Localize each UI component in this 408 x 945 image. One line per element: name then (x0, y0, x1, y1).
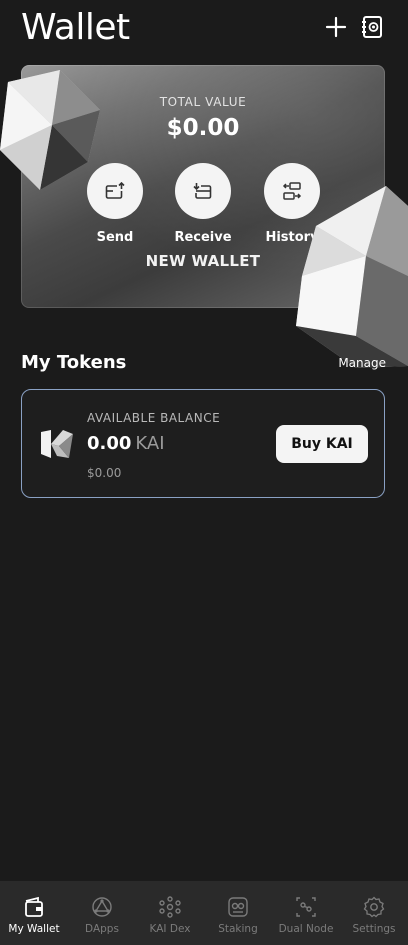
token-card-kai[interactable]: AVAILABLE BALANCE 0.00 KAI $0.00 Buy KAI (21, 389, 385, 498)
history-label: History (265, 230, 319, 245)
wallet-card[interactable]: TOTAL VALUE $0.00 Send Receive History N… (21, 65, 385, 308)
nav-item-my-wallet[interactable]: My Wallet (0, 881, 68, 945)
page-title: Wallet (21, 7, 130, 48)
wallet-name: NEW WALLET (145, 252, 261, 270)
token-balance: 0.00 KAI (87, 433, 165, 454)
nav-item-dual-node[interactable]: Dual Node (272, 881, 340, 945)
nav-label: Dual Node (278, 923, 334, 935)
kardiachain-logo-icon (41, 430, 73, 458)
staking-icon (226, 895, 250, 919)
wallet-icon (22, 895, 46, 919)
history-button[interactable]: History (252, 163, 332, 245)
total-value-amount: $0.00 (166, 115, 240, 141)
nav-label: Staking (218, 923, 258, 935)
dapps-icon (90, 895, 114, 919)
token-symbol: KAI (135, 433, 165, 454)
buy-kai-button[interactable]: Buy KAI (276, 425, 368, 463)
total-value-label: TOTAL VALUE (159, 95, 247, 109)
receive-label: Receive (174, 230, 232, 245)
gear-icon (362, 895, 386, 919)
nav-label: Settings (352, 923, 396, 935)
dual-node-icon (294, 895, 318, 919)
token-amount: 0.00 (87, 433, 132, 454)
nav-label: My Wallet (8, 923, 60, 935)
history-icon (264, 163, 320, 219)
token-usd-value: $0.00 (87, 466, 122, 480)
send-icon (87, 163, 143, 219)
available-balance-label: AVAILABLE BALANCE (87, 411, 221, 425)
bottom-nav: My Wallet DApps KAI Dex Staking Dual Nod… (0, 881, 408, 945)
receive-icon (175, 163, 231, 219)
send-label: Send (96, 230, 134, 245)
manage-tokens-link[interactable]: Manage (338, 356, 386, 370)
nav-item-kai-dex[interactable]: KAI Dex (136, 881, 204, 945)
send-button[interactable]: Send (75, 163, 155, 245)
nav-item-settings[interactable]: Settings (340, 881, 408, 945)
receive-button[interactable]: Receive (163, 163, 243, 245)
nav-item-dapps[interactable]: DApps (68, 881, 136, 945)
header-actions (324, 14, 384, 40)
nav-item-staking[interactable]: Staking (204, 881, 272, 945)
nav-label: DApps (85, 923, 119, 935)
nav-label: KAI Dex (149, 923, 191, 935)
dex-icon (158, 895, 182, 919)
address-book-icon[interactable] (360, 14, 384, 40)
tokens-section-title: My Tokens (21, 352, 127, 373)
plus-icon[interactable] (324, 14, 348, 40)
